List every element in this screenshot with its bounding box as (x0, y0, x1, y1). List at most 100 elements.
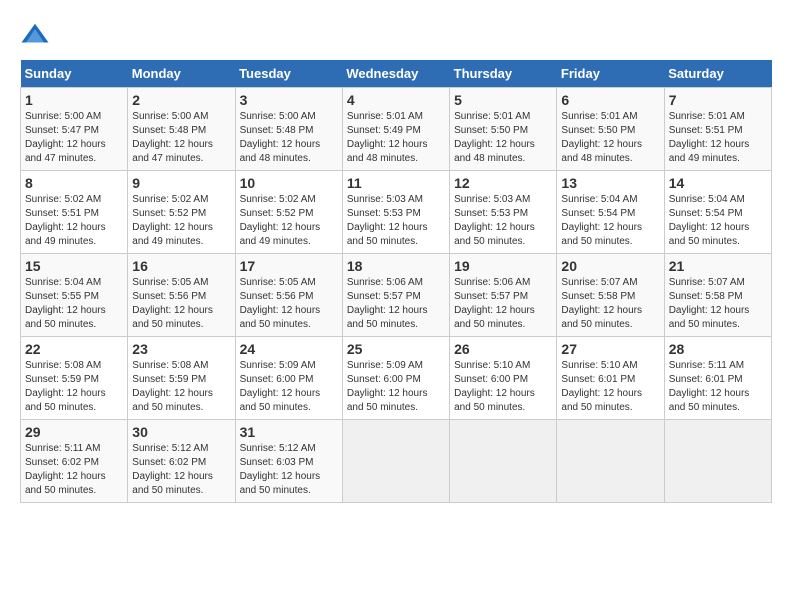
calendar-cell: 28Sunrise: 5:11 AMSunset: 6:01 PMDayligh… (664, 337, 771, 420)
day-info: Sunrise: 5:10 AMSunset: 6:00 PMDaylight:… (454, 359, 552, 415)
calendar-table: SundayMondayTuesdayWednesdayThursdayFrid… (20, 60, 772, 503)
day-number: 10 (240, 175, 338, 191)
day-info: Sunrise: 5:00 AMSunset: 5:48 PMDaylight:… (240, 110, 338, 166)
day-info: Sunrise: 5:01 AMSunset: 5:49 PMDaylight:… (347, 110, 445, 166)
day-info: Sunrise: 5:12 AMSunset: 6:02 PMDaylight:… (132, 442, 230, 498)
calendar-cell: 20Sunrise: 5:07 AMSunset: 5:58 PMDayligh… (557, 254, 664, 337)
calendar-cell: 7Sunrise: 5:01 AMSunset: 5:51 PMDaylight… (664, 88, 771, 171)
calendar-cell: 5 Sunrise: 5:01 AMSunset: 5:50 PMDaylight… (450, 88, 557, 171)
page-header (20, 20, 772, 50)
calendar-cell (557, 420, 664, 503)
day-info: Sunrise: 5:01 AMSunset: 5:50 PMDaylight:… (561, 110, 659, 166)
day-number: 17 (240, 258, 338, 274)
day-number: 15 (25, 258, 123, 274)
day-header-saturday: Saturday (664, 60, 771, 88)
calendar-cell: 1 Sunrise: 5:00 AMSunset: 5:47 PMDaylight… (21, 88, 128, 171)
calendar-cell: 18 Sunrise: 5:06 AMSunset: 5:57 PMDayligh… (342, 254, 449, 337)
calendar-cell: 11 Sunrise: 5:03 AMSunset: 5:53 PMDayligh… (342, 171, 449, 254)
day-info: Sunrise: 5:09 AMSunset: 6:00 PMDaylight:… (347, 359, 445, 415)
calendar-cell: 8Sunrise: 5:02 AMSunset: 5:51 PMDaylight… (21, 171, 128, 254)
day-info: Sunrise: 5:10 AMSunset: 6:01 PMDaylight:… (561, 359, 659, 415)
day-number: 18 (347, 258, 445, 274)
day-info: Sunrise: 5:11 AMSunset: 6:02 PMDaylight:… (25, 442, 123, 498)
day-number: 25 (347, 341, 445, 357)
day-number: 22 (25, 341, 123, 357)
calendar-cell (664, 420, 771, 503)
day-info: Sunrise: 5:03 AMSunset: 5:53 PMDaylight:… (347, 193, 445, 249)
calendar-cell: 24Sunrise: 5:09 AMSunset: 6:00 PMDayligh… (235, 337, 342, 420)
day-number: 30 (132, 424, 230, 440)
day-number: 20 (561, 258, 659, 274)
day-number: 31 (240, 424, 338, 440)
day-number: 9 (132, 175, 230, 191)
day-info: Sunrise: 5:04 AMSunset: 5:54 PMDaylight:… (561, 193, 659, 249)
day-number: 19 (454, 258, 552, 274)
week-row: 22 Sunrise: 5:08 AMSunset: 5:59 PMDayligh… (21, 337, 772, 420)
day-info: Sunrise: 5:08 AMSunset: 5:59 PMDaylight:… (25, 359, 123, 415)
calendar-cell: 4 Sunrise: 5:01 AMSunset: 5:49 PMDaylight… (342, 88, 449, 171)
calendar-cell: 21 Sunrise: 5:07 AMSunset: 5:58 PMDayligh… (664, 254, 771, 337)
day-number: 14 (669, 175, 767, 191)
logo-icon (20, 20, 50, 50)
day-info: Sunrise: 5:05 AMSunset: 5:56 PMDaylight:… (240, 276, 338, 332)
calendar-cell: 14 Sunrise: 5:04 AMSunset: 5:54 PMDayligh… (664, 171, 771, 254)
day-number: 6 (561, 92, 659, 108)
calendar-cell: 19Sunrise: 5:06 AMSunset: 5:57 PMDayligh… (450, 254, 557, 337)
calendar-cell: 23Sunrise: 5:08 AMSunset: 5:59 PMDayligh… (128, 337, 235, 420)
day-number: 13 (561, 175, 659, 191)
day-number: 3 (240, 92, 338, 108)
day-number: 1 (25, 92, 123, 108)
calendar-cell: 31 Sunrise: 5:12 AMSunset: 6:03 PMDayligh… (235, 420, 342, 503)
week-row: 8Sunrise: 5:02 AMSunset: 5:51 PMDaylight… (21, 171, 772, 254)
day-info: Sunrise: 5:08 AMSunset: 5:59 PMDaylight:… (132, 359, 230, 415)
day-header-monday: Monday (128, 60, 235, 88)
calendar-cell: 30 Sunrise: 5:12 AMSunset: 6:02 PMDayligh… (128, 420, 235, 503)
day-info: Sunrise: 5:05 AMSunset: 5:56 PMDaylight:… (132, 276, 230, 332)
day-number: 21 (669, 258, 767, 274)
day-info: Sunrise: 5:02 AMSunset: 5:52 PMDaylight:… (132, 193, 230, 249)
calendar-cell: 6 Sunrise: 5:01 AMSunset: 5:50 PMDaylight… (557, 88, 664, 171)
day-info: Sunrise: 5:12 AMSunset: 6:03 PMDaylight:… (240, 442, 338, 498)
day-info: Sunrise: 5:11 AMSunset: 6:01 PMDaylight:… (669, 359, 767, 415)
day-header-friday: Friday (557, 60, 664, 88)
calendar-cell (342, 420, 449, 503)
week-row: 1 Sunrise: 5:00 AMSunset: 5:47 PMDaylight… (21, 88, 772, 171)
day-header-sunday: Sunday (21, 60, 128, 88)
calendar-cell: 17 Sunrise: 5:05 AMSunset: 5:56 PMDayligh… (235, 254, 342, 337)
week-row: 29 Sunrise: 5:11 AMSunset: 6:02 PMDayligh… (21, 420, 772, 503)
day-info: Sunrise: 5:00 AMSunset: 5:47 PMDaylight:… (25, 110, 123, 166)
week-row: 15 Sunrise: 5:04 AMSunset: 5:55 PMDayligh… (21, 254, 772, 337)
calendar-cell: 9 Sunrise: 5:02 AMSunset: 5:52 PMDaylight… (128, 171, 235, 254)
day-info: Sunrise: 5:02 AMSunset: 5:51 PMDaylight:… (25, 193, 123, 249)
day-info: Sunrise: 5:00 AMSunset: 5:48 PMDaylight:… (132, 110, 230, 166)
day-info: Sunrise: 5:07 AMSunset: 5:58 PMDaylight:… (669, 276, 767, 332)
day-info: Sunrise: 5:04 AMSunset: 5:54 PMDaylight:… (669, 193, 767, 249)
day-info: Sunrise: 5:01 AMSunset: 5:51 PMDaylight:… (669, 110, 767, 166)
day-number: 12 (454, 175, 552, 191)
day-info: Sunrise: 5:04 AMSunset: 5:55 PMDaylight:… (25, 276, 123, 332)
day-number: 27 (561, 341, 659, 357)
calendar-cell: 16Sunrise: 5:05 AMSunset: 5:56 PMDayligh… (128, 254, 235, 337)
day-number: 4 (347, 92, 445, 108)
day-number: 5 (454, 92, 552, 108)
day-info: Sunrise: 5:06 AMSunset: 5:57 PMDaylight:… (347, 276, 445, 332)
logo (20, 20, 54, 50)
day-info: Sunrise: 5:03 AMSunset: 5:53 PMDaylight:… (454, 193, 552, 249)
calendar-cell: 10Sunrise: 5:02 AMSunset: 5:52 PMDayligh… (235, 171, 342, 254)
calendar-cell: 25 Sunrise: 5:09 AMSunset: 6:00 PMDayligh… (342, 337, 449, 420)
day-header-tuesday: Tuesday (235, 60, 342, 88)
day-number: 24 (240, 341, 338, 357)
day-header-thursday: Thursday (450, 60, 557, 88)
day-number: 29 (25, 424, 123, 440)
calendar-cell (450, 420, 557, 503)
day-number: 11 (347, 175, 445, 191)
days-header-row: SundayMondayTuesdayWednesdayThursdayFrid… (21, 60, 772, 88)
calendar-cell: 2 Sunrise: 5:00 AMSunset: 5:48 PMDaylight… (128, 88, 235, 171)
calendar-cell: 29 Sunrise: 5:11 AMSunset: 6:02 PMDayligh… (21, 420, 128, 503)
day-info: Sunrise: 5:01 AMSunset: 5:50 PMDaylight:… (454, 110, 552, 166)
day-number: 26 (454, 341, 552, 357)
calendar-cell: 15 Sunrise: 5:04 AMSunset: 5:55 PMDayligh… (21, 254, 128, 337)
day-number: 2 (132, 92, 230, 108)
calendar-cell: 12 Sunrise: 5:03 AMSunset: 5:53 PMDayligh… (450, 171, 557, 254)
calendar-cell: 27 Sunrise: 5:10 AMSunset: 6:01 PMDayligh… (557, 337, 664, 420)
